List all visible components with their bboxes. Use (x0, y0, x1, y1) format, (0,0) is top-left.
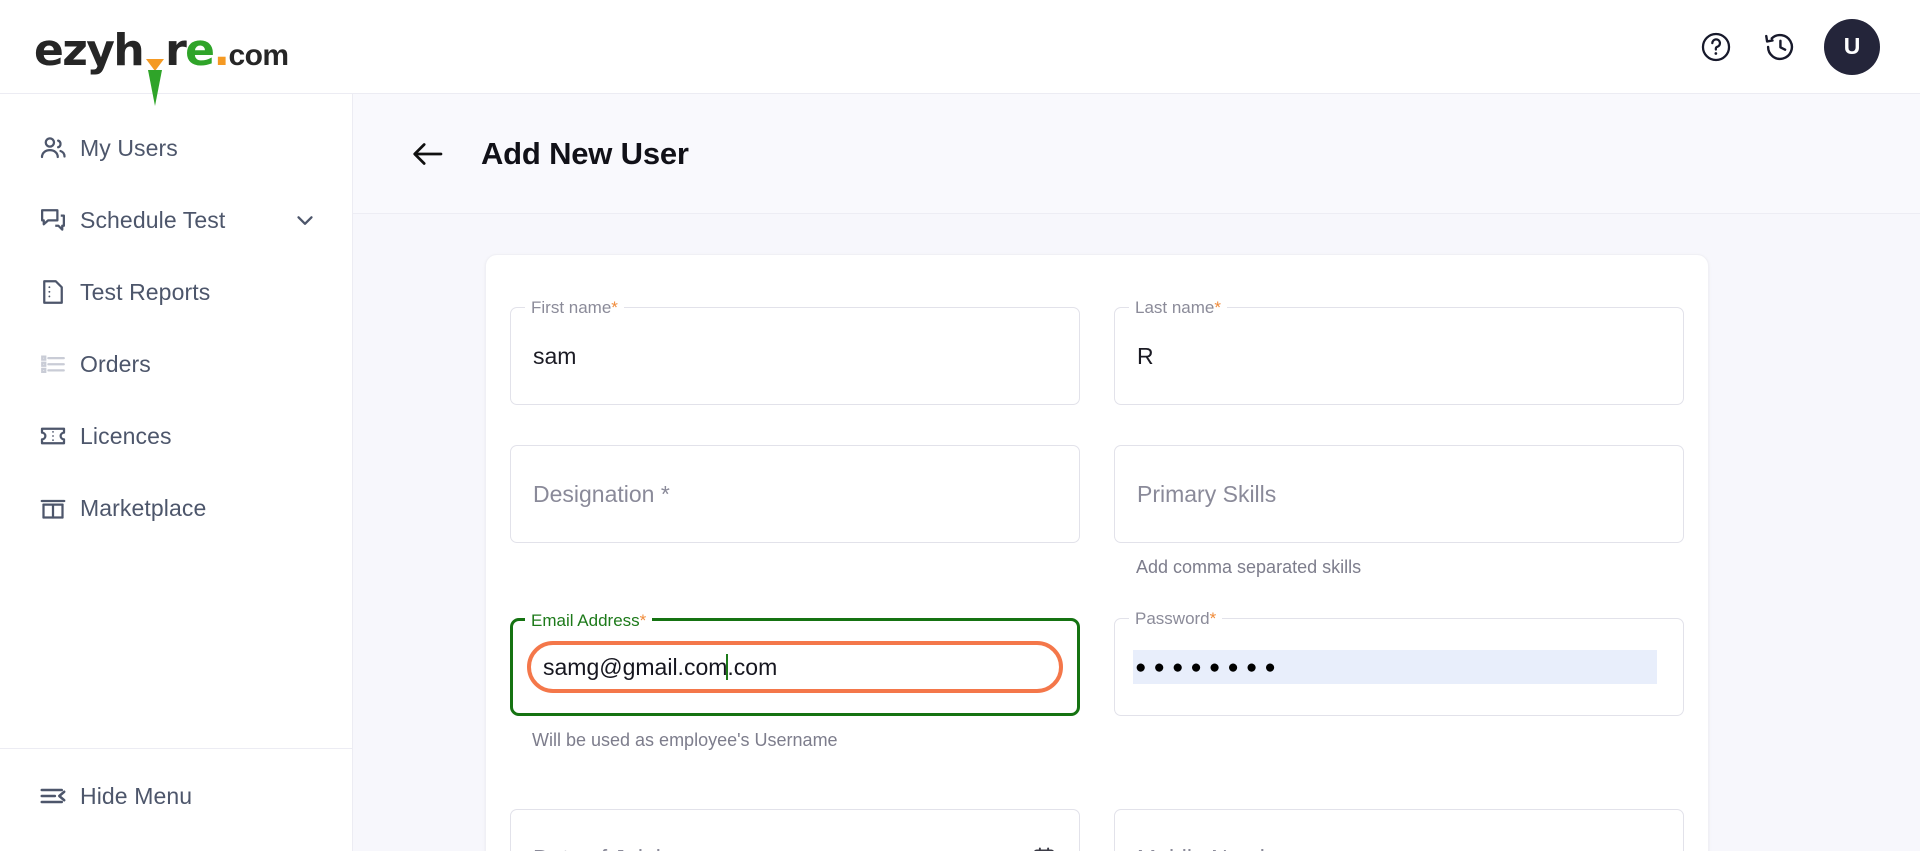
sidebar-item-orders[interactable]: Orders (0, 328, 352, 400)
email-address-input[interactable]: Email Address* samg@gmail.com.com (510, 612, 1080, 716)
primary-skills-input[interactable]: Primary Skills (1114, 445, 1684, 543)
password-autofill-band: ●●●●●●●● (1133, 650, 1657, 684)
email-focus-highlight: samg@gmail.com.com (527, 641, 1063, 693)
hide-menu-button[interactable]: Hide Menu (0, 757, 352, 835)
sidebar-item-label: Schedule Test (80, 206, 226, 233)
history-clock-icon[interactable] (1760, 27, 1800, 67)
sidebar-item-label: Test Reports (80, 278, 211, 305)
help-circle-icon[interactable] (1696, 27, 1736, 67)
mobile-number-input[interactable]: Mobile Number (1114, 809, 1684, 851)
chevron-down-icon[interactable] (292, 207, 318, 233)
password-input[interactable]: Password* ●●●●●●●● (1114, 610, 1684, 716)
sidebar-item-label: Marketplace (80, 494, 207, 521)
field-primary-skills: Primary Skills Add comma separated skill… (1114, 411, 1684, 578)
add-user-form-card: First name* sam Last name* R Designation… (485, 254, 1709, 851)
page-header: Add New User (353, 94, 1920, 214)
last-name-input[interactable]: Last name* R (1114, 299, 1684, 405)
storefront-icon (38, 493, 80, 523)
logo-text-r: r (165, 24, 187, 76)
sidebar-item-my-users[interactable]: My Users (0, 112, 352, 184)
sidebar-item-label: My Users (80, 134, 178, 161)
first-name-value: sam (533, 342, 577, 369)
page-title: Add New User (481, 135, 689, 171)
date-of-joining-placeholder: Date of Joining (533, 845, 686, 851)
arrow-left-icon[interactable] (409, 135, 447, 173)
top-bar: ezyh r e . com U (0, 0, 1920, 106)
chat-bubbles-icon (38, 205, 80, 235)
sidebar-item-schedule-test[interactable]: Schedule Test (0, 184, 352, 256)
field-date-of-joining: Date of Joining (510, 757, 1080, 851)
sidebar-item-licences[interactable]: Licences (0, 400, 352, 472)
first-name-label: First name* (525, 299, 624, 316)
field-mobile-number: Mobile Number (1114, 757, 1684, 851)
sidebar-item-label: Orders (80, 350, 151, 377)
ezyhire-logo[interactable]: ezyh r e . com (34, 21, 289, 106)
sidebar-item-test-reports[interactable]: Test Reports (0, 256, 352, 328)
logo-dot: . (213, 24, 230, 76)
menu-collapse-icon (38, 781, 80, 811)
email-address-label: Email Address* (525, 612, 653, 629)
sidebar-item-marketplace[interactable]: Marketplace (0, 472, 352, 544)
mobile-number-placeholder: Mobile Number (1137, 845, 1293, 851)
hide-menu-label: Hide Menu (80, 782, 193, 809)
password-masked-value: ●●●●●●●● (1135, 656, 1283, 678)
email-address-value: samg@gmail.com.com (543, 653, 778, 680)
designation-placeholder: Designation * (533, 480, 670, 507)
email-address-helper: Will be used as employee's Username (532, 730, 838, 750)
document-icon (38, 277, 80, 307)
field-email-address: Email Address* samg@gmail.com.com Will b… (510, 584, 1080, 751)
field-last-name: Last name* R (1114, 291, 1684, 405)
primary-skills-helper: Add comma separated skills (1136, 557, 1362, 577)
field-password: Password* ●●●●●●●● (1114, 584, 1684, 751)
form-scroll-area: First name* sam Last name* R Designation… (353, 214, 1920, 851)
password-label: Password* (1129, 610, 1223, 627)
sidebar-item-label: Licences (80, 422, 172, 449)
sidebar-footer: Hide Menu (0, 748, 352, 851)
sidebar: My Users Schedule Test Test Reports Orde… (0, 94, 353, 851)
list-icon (38, 349, 80, 379)
logo-text-ezyh: ezyh (34, 24, 145, 76)
first-name-input[interactable]: First name* sam (510, 299, 1080, 405)
ticket-icon (38, 421, 80, 451)
calendar-icon[interactable] (1031, 845, 1057, 851)
last-name-label: Last name* (1129, 299, 1228, 316)
last-name-value: R (1137, 342, 1154, 369)
primary-skills-placeholder: Primary Skills (1137, 480, 1277, 507)
sidebar-nav-list: My Users Schedule Test Test Reports Orde… (0, 112, 352, 544)
main-content: Add New User First name* sam Last name* … (353, 94, 1920, 851)
top-bar-actions: U (1696, 18, 1880, 75)
avatar[interactable]: U (1824, 18, 1880, 75)
logo-text-com: com (228, 38, 289, 72)
designation-input[interactable]: Designation * (510, 445, 1080, 543)
body-wrapper: My Users Schedule Test Test Reports Orde… (0, 94, 1920, 851)
date-of-joining-input[interactable]: Date of Joining (510, 809, 1080, 851)
field-designation: Designation * (510, 411, 1080, 578)
logo-text-e: e (185, 24, 215, 76)
form-grid: First name* sam Last name* R Designation… (510, 291, 1684, 851)
people-icon (38, 133, 80, 163)
field-first-name: First name* sam (510, 291, 1080, 405)
avatar-initial: U (1843, 33, 1861, 59)
app-root: ezyh r e . com U My Users Schedule Test … (0, 0, 1920, 851)
